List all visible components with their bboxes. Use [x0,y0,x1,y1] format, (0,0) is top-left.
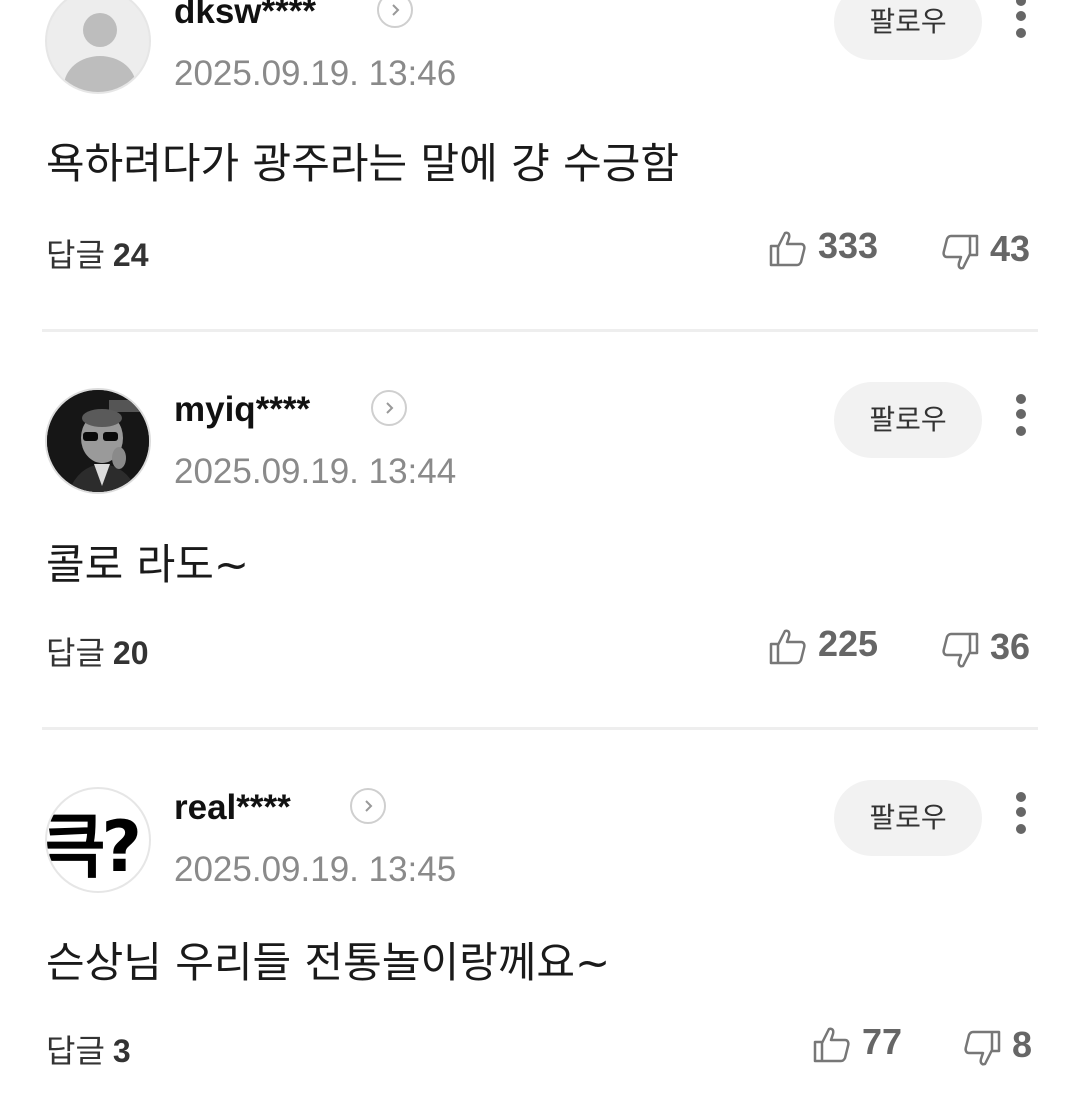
reply-button[interactable]: 답글 24 [46,230,148,276]
like-count: 333 [818,225,879,266]
reply-label: 답글 [46,236,105,274]
reply-label: 답글 [46,634,105,672]
comment-date: 2025.09.19. 13:46 [174,54,457,93]
comment-text: 욕하려다가 광주라는 말에 걍 수긍함 [46,139,680,188]
username[interactable]: dksw**** [174,0,316,32]
more-options-icon[interactable] [1013,394,1029,444]
reply-button[interactable]: 답글 3 [46,1026,131,1072]
avatar[interactable]: 큭? [45,787,151,893]
comment-date: 2025.09.19. 13:44 [174,452,457,491]
divider [42,329,1038,332]
reply-button[interactable]: 답글 20 [46,628,148,674]
comment-text: 슨상님 우리들 전통놀이랑께요~ [46,938,611,987]
like-count: 225 [818,623,879,664]
dislike-count: 36 [990,626,1031,667]
reply-count: 24 [112,237,149,273]
avatar-glyph: 큭? [45,806,142,888]
thumbs-down-icon [942,234,979,270]
username[interactable]: myiq**** [174,390,310,430]
reply-count: 20 [112,635,149,671]
follow-button[interactable]: 팔로우 [834,0,982,60]
comment-text: 콜로 라도~ [46,540,250,589]
like-count: 77 [862,1021,903,1062]
thumbs-up-icon [813,1027,850,1063]
username[interactable]: real**** [174,788,291,828]
thumbs-down-icon [942,632,979,668]
profile-chevron-icon[interactable] [371,390,407,426]
default-avatar-icon [64,13,136,92]
reply-label: 답글 [46,1032,105,1070]
follow-button[interactable]: 팔로우 [834,780,982,856]
more-options-icon[interactable] [1013,0,1029,46]
thumbs-up-icon [769,629,806,665]
profile-chevron-icon[interactable] [350,788,386,824]
follow-button[interactable]: 팔로우 [834,382,982,458]
divider [42,727,1038,730]
thumbs-down-icon [964,1030,1001,1066]
more-options-icon[interactable] [1013,792,1029,842]
avatar[interactable] [45,388,151,494]
profile-chevron-icon[interactable] [377,0,413,28]
thumbs-up-icon [769,231,806,267]
user-photo-icon [47,390,149,492]
avatar[interactable] [45,0,151,94]
dislike-count: 43 [990,228,1031,269]
reply-count: 3 [112,1033,131,1069]
dislike-count: 8 [1012,1024,1033,1065]
comment-date: 2025.09.19. 13:45 [174,850,457,889]
